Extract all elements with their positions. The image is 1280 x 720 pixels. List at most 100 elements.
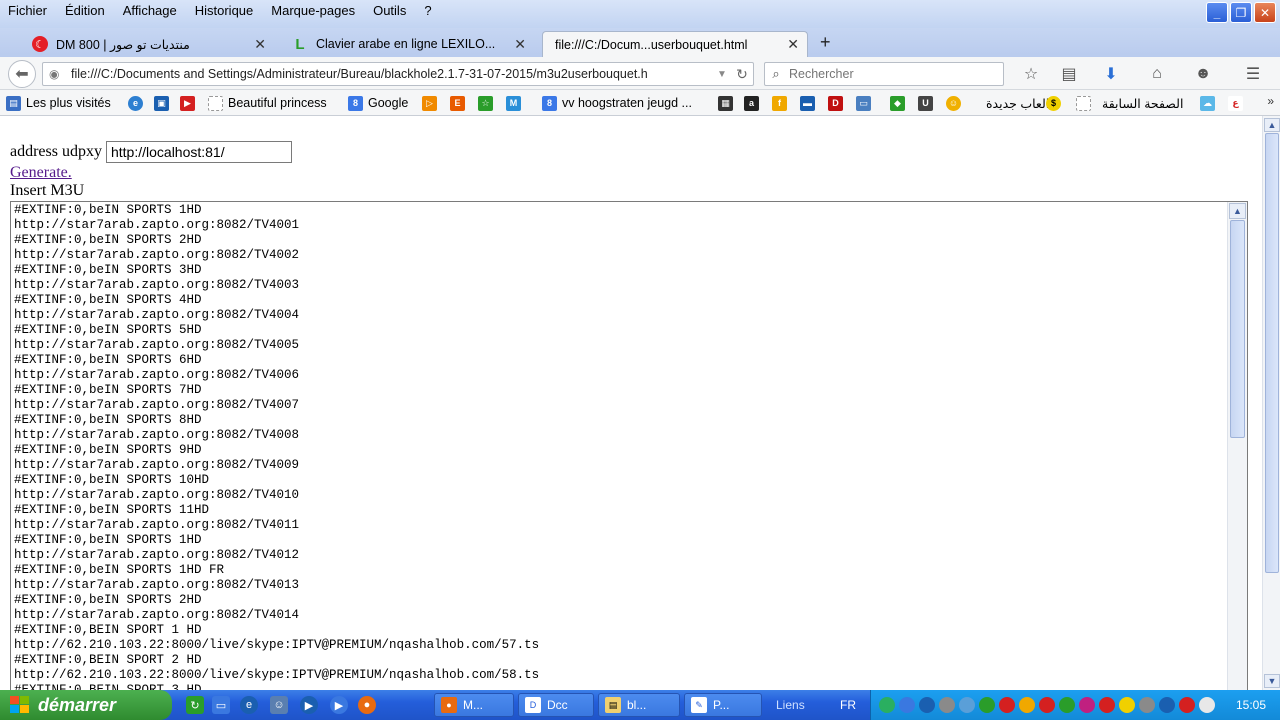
tray-volume-icon[interactable] — [1199, 697, 1215, 713]
scroll-down-arrow-icon[interactable]: ▼ — [1264, 674, 1280, 688]
media-player-icon[interactable]: ▶ — [300, 696, 318, 714]
task-paint[interactable]: ✎ P... — [684, 693, 762, 717]
bookmark-item[interactable]: ▣ — [154, 94, 174, 112]
firefox-icon[interactable]: ● — [358, 696, 376, 714]
downloads-icon[interactable]: ⬇ — [1100, 63, 1122, 85]
url-bar[interactable]: ◉ file:///C:/Documents and Settings/Admi… — [42, 62, 754, 86]
bookmark-star-icon[interactable]: ☆ — [1020, 63, 1042, 85]
new-tab-icon[interactable]: + — [820, 32, 831, 53]
tray-app-icon[interactable] — [1099, 697, 1115, 713]
generate-link[interactable]: Generate. — [10, 164, 72, 182]
bookmark-beautiful-princess[interactable]: Beautiful princess — [208, 94, 327, 112]
bookmark-item[interactable]: M — [506, 94, 526, 112]
links-toolbar[interactable]: Liens — [776, 698, 805, 712]
minimize-button[interactable]: _ — [1206, 2, 1228, 23]
page-scrollbar[interactable]: ▲ ▼ — [1262, 116, 1280, 690]
bookmark-hoogstraten[interactable]: 8 vv hoogstraten jeugd ... — [542, 94, 692, 112]
tray-app-icon[interactable] — [979, 697, 995, 713]
address-udpxy-input[interactable] — [105, 141, 292, 163]
bookmark-item[interactable]: f — [772, 94, 792, 112]
tray-app-icon[interactable] — [899, 697, 915, 713]
scroll-up-arrow-icon[interactable]: ▲ — [1229, 203, 1246, 219]
bookmark-item[interactable]: U — [918, 94, 938, 112]
m3u-textarea[interactable]: #EXTINF:0,beIN SPORTS 1HD http://star7ara… — [10, 201, 1248, 690]
menu-item-marque-pages[interactable]: Marque-pages — [263, 2, 365, 20]
close-tab-icon[interactable]: ✕ — [254, 36, 266, 53]
restore-button[interactable]: ❐ — [1230, 2, 1252, 23]
bookmark-item[interactable]: E — [450, 94, 470, 112]
task-blackhole-folder[interactable]: ▤ bl... — [598, 693, 680, 717]
tray-app-icon[interactable] — [1039, 697, 1055, 713]
start-button[interactable]: démarrer — [0, 690, 172, 720]
bookmark-item[interactable]: ☁ — [1200, 94, 1220, 112]
bookmark-item[interactable]: ◆ — [890, 94, 910, 112]
close-window-button[interactable]: ✕ — [1254, 2, 1276, 23]
language-indicator[interactable]: FR — [840, 698, 856, 712]
menu-item-affichage[interactable]: Affichage — [115, 2, 187, 20]
tab-lexilogos[interactable]: L Clavier arabe en ligne LEXILO... ✕ — [284, 31, 534, 57]
menu-item-outils[interactable]: Outils — [365, 2, 416, 20]
quicklaunch-icon[interactable]: ↻ — [186, 696, 204, 714]
tray-app-icon[interactable] — [1139, 697, 1155, 713]
bookmark-item[interactable]: D — [828, 94, 848, 112]
scrollbar-thumb[interactable] — [1265, 133, 1279, 573]
bookmark-most-visited[interactable]: ▤ Les plus visités — [6, 94, 111, 112]
textarea-scrollbar[interactable]: ▲ — [1227, 202, 1247, 690]
bookmark-item[interactable]: ▷ — [422, 94, 442, 112]
home-icon[interactable]: ⌂ — [1146, 63, 1168, 85]
url-history-dropdown-icon[interactable]: ▼ — [713, 69, 731, 80]
tray-app-icon[interactable] — [959, 697, 975, 713]
search-bar[interactable]: ⌕ — [764, 62, 1004, 86]
tray-app-icon[interactable] — [1159, 697, 1175, 713]
messenger-icon[interactable]: ☺ — [270, 696, 288, 714]
page-info-icon[interactable]: ◉ — [49, 67, 67, 81]
bookmark-item[interactable]: ▭ — [856, 94, 876, 112]
bookmark-item[interactable]: ▬ — [800, 94, 820, 112]
tab-userbouquet[interactable]: file:///C:/Docum...userbouquet.html ✕ — [542, 31, 808, 57]
menu-item-historique[interactable]: Historique — [187, 2, 264, 20]
task-firefox[interactable]: ● M... — [434, 693, 514, 717]
media-icon[interactable]: ▶ — [330, 696, 348, 714]
bookmark-item[interactable]: $ — [1046, 94, 1066, 112]
close-tab-icon[interactable]: ✕ — [787, 36, 799, 53]
ie-icon[interactable]: e — [240, 696, 258, 714]
desktop-icon[interactable]: ▭ — [212, 696, 230, 714]
tray-app-icon[interactable] — [1059, 697, 1075, 713]
back-arrow-icon[interactable]: ⬅ — [8, 60, 36, 88]
bookmark-item[interactable]: ☆ — [478, 94, 498, 112]
bookmark-new-games[interactable]: ☺ العاب جديدة — [946, 94, 1049, 112]
scrollbar-thumb[interactable] — [1230, 220, 1245, 438]
bookmark-google[interactable]: 8 Google — [348, 94, 408, 112]
tray-app-icon[interactable] — [1119, 697, 1135, 713]
tray-app-icon[interactable] — [999, 697, 1015, 713]
close-tab-icon[interactable]: ✕ — [514, 36, 526, 53]
reload-icon[interactable]: ↻ — [731, 66, 753, 83]
tray-app-icon[interactable] — [919, 697, 935, 713]
search-input[interactable] — [787, 66, 1003, 82]
bookmark-item[interactable]: ع — [1228, 94, 1248, 112]
scroll-up-arrow-icon[interactable]: ▲ — [1264, 118, 1280, 132]
url-text[interactable]: file:///C:/Documents and Settings/Admini… — [67, 67, 713, 81]
bookmark-previous-page[interactable]: الصفحة السابقة — [1076, 94, 1183, 112]
more-bookmarks-icon[interactable]: » — [1267, 94, 1274, 108]
tray-app-icon[interactable] — [1179, 697, 1195, 713]
hamburger-menu-icon[interactable]: ☰ — [1242, 63, 1264, 85]
m3u-text[interactable]: #EXTINF:0,beIN SPORTS 1HD http://star7ara… — [14, 203, 1224, 690]
menu-item-fichier[interactable]: Fichier — [0, 2, 57, 20]
tray-network-icon[interactable] — [879, 697, 895, 713]
bookmark-item[interactable]: ▶ — [180, 94, 200, 112]
bookmark-item[interactable]: a — [744, 94, 764, 112]
menu-item--[interactable]: ? — [416, 2, 441, 20]
tray-app-icon[interactable] — [1079, 697, 1095, 713]
reading-list-icon[interactable]: ▤ — [1058, 63, 1080, 85]
bookmark-label: Les plus visités — [26, 96, 111, 110]
bookmark-item[interactable]: ▦ — [718, 94, 738, 112]
tab-dm800[interactable]: ☾ DM 800 | منتديات تو صور ✕ — [24, 31, 274, 57]
task-dcc[interactable]: D Dcc — [518, 693, 594, 717]
tray-app-icon[interactable] — [1019, 697, 1035, 713]
tray-app-icon[interactable] — [939, 697, 955, 713]
m3u-line: http://62.210.103.22:8000/live/skype:IPT… — [14, 638, 540, 652]
bookmark-item[interactable]: e — [128, 94, 148, 112]
chat-icon[interactable]: ☻ — [1192, 63, 1214, 85]
menu-item--dition[interactable]: Édition — [57, 2, 115, 20]
